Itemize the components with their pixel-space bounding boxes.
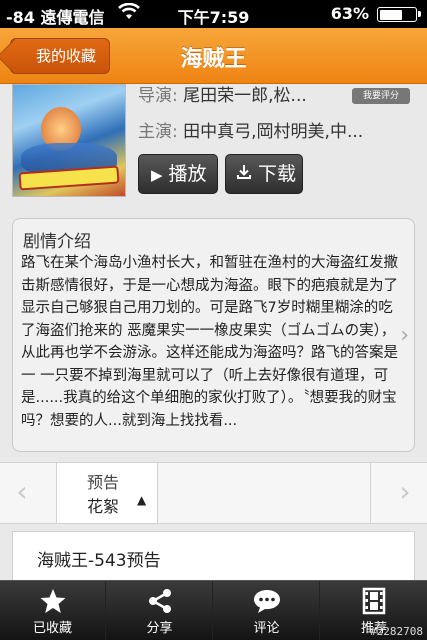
rate-button[interactable]: 我要评分 xyxy=(352,88,410,104)
comment-icon xyxy=(252,587,282,615)
film-icon xyxy=(359,587,389,615)
director-row: 导演: 尾田荣一郎,松... xyxy=(138,81,307,106)
play-icon: ▶ xyxy=(151,166,163,184)
director-value: 尾田荣一郎,松... xyxy=(183,86,307,106)
watermark: #2282708 xyxy=(370,625,423,638)
play-button[interactable]: ▶ 播放 xyxy=(138,154,218,194)
tab-trailer[interactable]: 预告 花絮 ▲ xyxy=(56,463,158,523)
page-title: 海贼王 xyxy=(180,47,247,72)
divider xyxy=(370,463,371,523)
caret-up-icon: ▲ xyxy=(137,493,147,507)
nav-bar: 我的收藏 海贼王 xyxy=(0,28,427,84)
cast-value: 田中真弓,岡村明美,中... xyxy=(183,122,364,142)
scroll-right-arrow[interactable]: › xyxy=(383,463,427,523)
play-label: 播放 xyxy=(168,163,207,185)
synopsis-card: 剧情介绍 路飞在某个海岛小渔村长大，和暂驻在渔村的大海盗红发撒击斯感情很好，于是… xyxy=(12,218,415,452)
download-icon xyxy=(236,156,252,194)
cast-row: 主演: 田中真弓,岡村明美,中... xyxy=(138,117,363,142)
cast-label: 主演: xyxy=(138,122,178,142)
episode-type-selector: ‹ 预告 花絮 ▲ › xyxy=(0,462,427,524)
episode-title: 海贼王-543预告 xyxy=(37,551,161,571)
tab-favorited-label: 已收藏 xyxy=(32,621,72,636)
bottom-tab-bar: 已收藏 分享 评论 推荐 #2282708 xyxy=(0,580,427,640)
battery-icon xyxy=(377,7,421,22)
download-button[interactable]: 下载 xyxy=(225,154,303,194)
tab-share-label: 分享 xyxy=(146,621,173,636)
tab-favorited[interactable]: 已收藏 xyxy=(0,581,106,640)
episode-item[interactable]: 海贼王-543预告 xyxy=(12,531,415,581)
scroll-left-arrow[interactable]: ‹ xyxy=(0,463,44,523)
synopsis-heading: 剧情介绍 xyxy=(23,232,91,252)
tab-comment[interactable]: 评论 xyxy=(214,581,320,640)
share-icon xyxy=(145,587,175,615)
director-label: 导演: xyxy=(138,86,178,106)
tab-extras-label: 花絮 xyxy=(87,497,120,516)
status-bar: -84 遠傳電信 下午7:59 63% xyxy=(0,0,427,28)
tab-trailer-label: 预告 xyxy=(87,473,120,492)
synopsis-text: 路飞在某个海岛小渔村长大，和暂驻在渔村的大海盗红发撒击斯感情很好，于是一心想成为… xyxy=(21,255,398,429)
star-icon xyxy=(38,587,68,615)
battery-percent: 63% xyxy=(330,4,369,23)
download-label: 下载 xyxy=(258,163,297,185)
tab-comment-label: 评论 xyxy=(253,621,280,636)
chevron-right-icon[interactable]: › xyxy=(400,323,409,348)
poster-image[interactable] xyxy=(12,84,126,197)
tab-share[interactable]: 分享 xyxy=(107,581,213,640)
